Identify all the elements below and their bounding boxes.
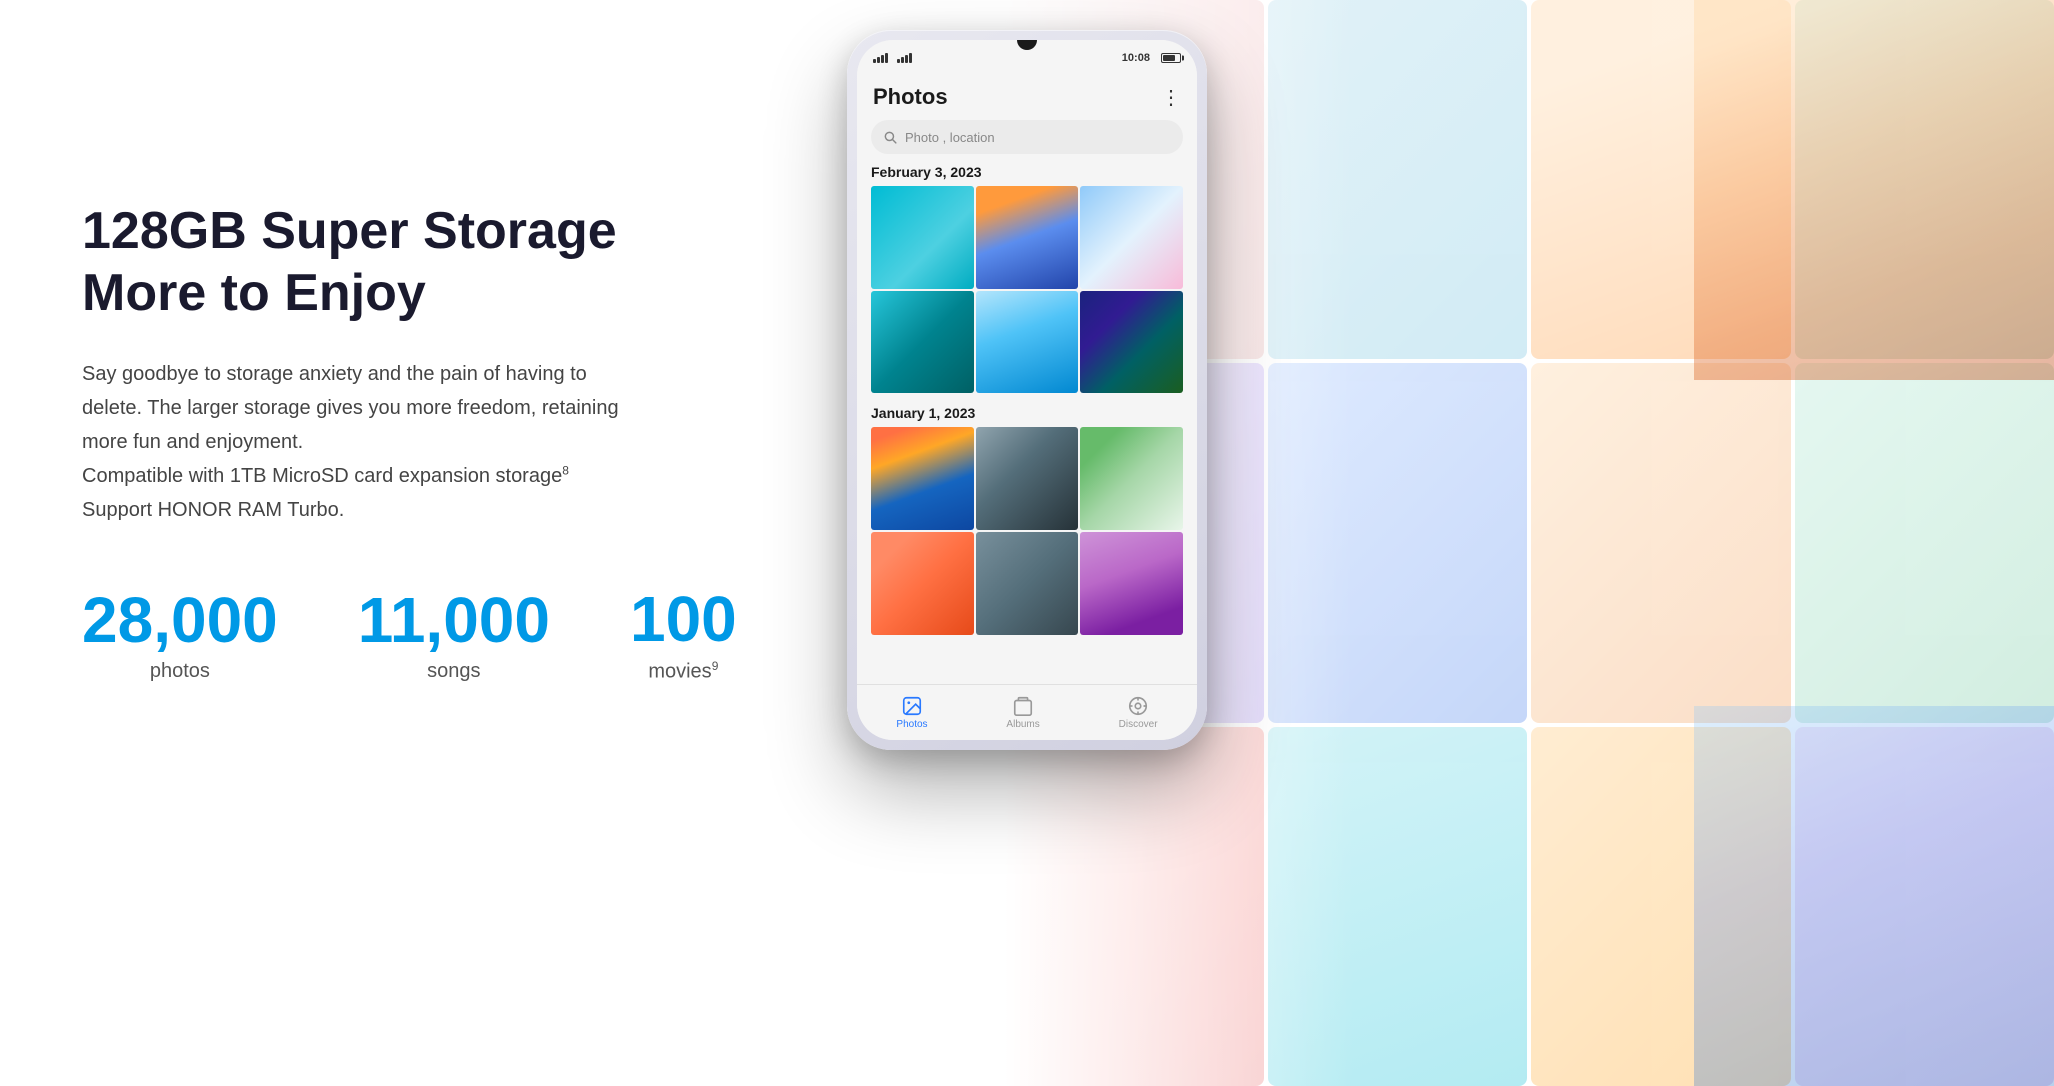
photo-item[interactable] [871, 532, 974, 635]
photo-item[interactable] [976, 186, 1079, 289]
albums-nav-icon [1012, 695, 1034, 717]
photo-item[interactable] [1080, 186, 1183, 289]
photo-item[interactable] [871, 186, 974, 289]
clock-display: 10:08 [1122, 52, 1150, 64]
date-section-february: February 3, 2023 [871, 164, 1183, 393]
stat-movies: 100 movies9 [630, 587, 737, 684]
left-content-section: 128GB Super Storage More to Enjoy Say go… [82, 200, 702, 683]
phone-notch [1017, 40, 1037, 50]
search-icon [883, 130, 897, 144]
photo-item[interactable] [1080, 291, 1183, 394]
photo-item[interactable] [976, 427, 1079, 530]
stats-row: 28,000 photos 11,000 songs 100 movies9 [82, 587, 702, 684]
stat-songs-label: songs [427, 660, 480, 683]
stat-movies-number: 100 [630, 587, 737, 651]
stat-photos-label: photos [150, 660, 210, 683]
more-options-button[interactable]: ⋮ [1161, 85, 1181, 110]
albums-nav-label: Albums [1006, 719, 1039, 730]
photo-item[interactable] [976, 532, 1079, 635]
stat-movies-label: movies9 [648, 659, 718, 684]
status-right-area: 10:08 [1122, 52, 1181, 64]
app-title: Photos [873, 84, 948, 110]
signal-bars-2-icon [897, 53, 912, 63]
battery-icon [1161, 53, 1181, 63]
phone-mockup: 10:08 Photos ⋮ [847, 30, 1207, 750]
stat-songs: 11,000 songs [358, 588, 550, 683]
photo-grid-february [871, 186, 1183, 393]
discover-nav-icon [1127, 695, 1149, 717]
signal-bars-icon [873, 53, 888, 63]
stat-photos-number: 28,000 [82, 588, 278, 652]
photo-item[interactable] [1080, 532, 1183, 635]
photo-item[interactable] [871, 291, 974, 394]
photo-grid-january [871, 427, 1183, 634]
phone-screen: 10:08 Photos ⋮ [857, 40, 1197, 740]
description-text: Say goodbye to storage anxiety and the p… [82, 357, 702, 527]
stat-photos: 28,000 photos [82, 588, 278, 683]
main-title: 128GB Super Storage More to Enjoy [82, 200, 702, 325]
photo-item[interactable] [1080, 427, 1183, 530]
date-label-january: January 1, 2023 [871, 405, 1183, 421]
nav-item-albums[interactable]: Albums [1006, 695, 1039, 730]
photo-item[interactable] [976, 291, 1079, 394]
nav-item-photos[interactable]: Photos [896, 695, 927, 730]
phone-outer-shell: 10:08 Photos ⋮ [847, 30, 1207, 750]
photos-nav-icon [901, 695, 923, 717]
photo-item[interactable] [871, 427, 974, 530]
search-placeholder-text: Photo , location [905, 130, 995, 145]
photos-nav-label: Photos [896, 719, 927, 730]
stat-songs-number: 11,000 [358, 588, 550, 652]
photos-scroll-area: February 3, 2023 January 1, 2023 [857, 164, 1197, 684]
date-section-january: January 1, 2023 [871, 405, 1183, 634]
bottom-navigation: Photos Albums [857, 684, 1197, 740]
photos-app-header: Photos ⋮ [857, 76, 1197, 116]
nav-item-discover[interactable]: Discover [1119, 695, 1158, 730]
search-bar[interactable]: Photo , location [871, 120, 1183, 154]
signal-area [873, 52, 912, 64]
date-label-february: February 3, 2023 [871, 164, 1183, 180]
discover-nav-label: Discover [1119, 719, 1158, 730]
photos-app-screen: Photos ⋮ Photo , location February 3, 20… [857, 76, 1197, 740]
phone-status-bar: 10:08 [857, 40, 1197, 76]
